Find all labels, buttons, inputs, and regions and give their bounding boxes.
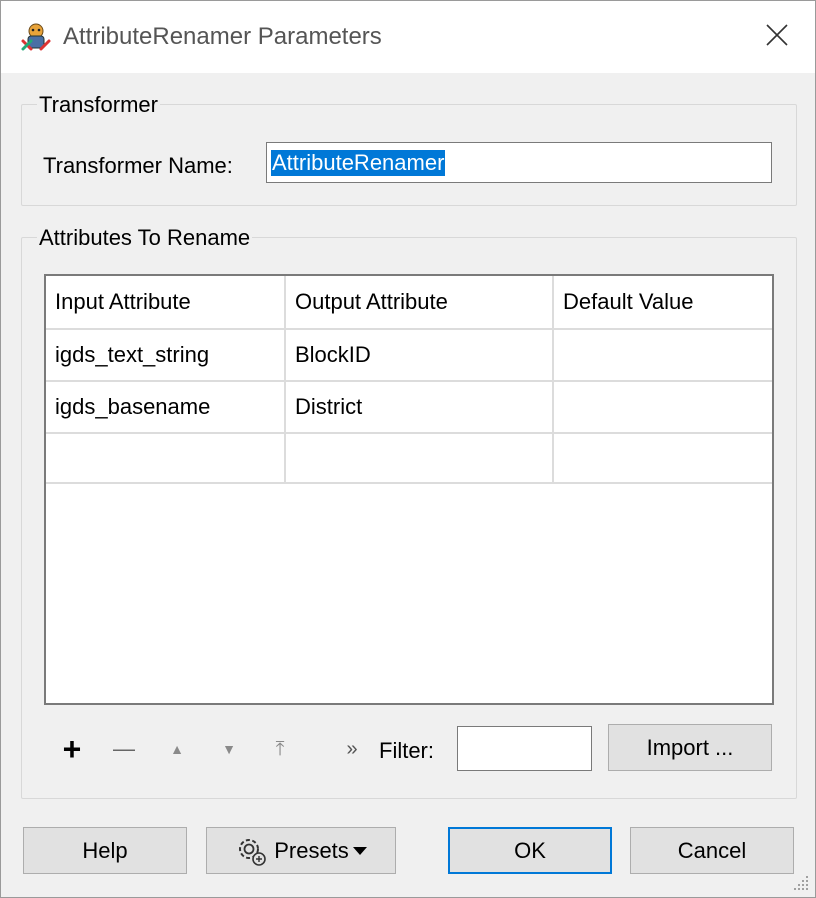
attributes-table[interactable]: Input Attribute Output Attribute Default… [44, 274, 774, 705]
presets-label: Presets [274, 837, 349, 863]
table-cell[interactable]: District [286, 382, 554, 434]
arrow-up-icon: ▲ [170, 741, 184, 757]
import-button[interactable]: Import ... [608, 724, 772, 771]
transformer-group-label: Transformer [37, 92, 160, 118]
table-cell[interactable] [46, 434, 286, 484]
dropdown-arrow-icon [352, 846, 367, 855]
table-cell[interactable] [286, 434, 554, 484]
more-options-button[interactable]: » [339, 731, 365, 767]
move-down-button[interactable]: ▼ [215, 731, 243, 767]
table-cell[interactable] [554, 330, 772, 382]
plus-icon: + [62, 730, 82, 767]
filter-label: Filter: [379, 738, 434, 763]
table-cell[interactable]: BlockID [286, 330, 554, 382]
arrow-down-icon: ▼ [222, 741, 236, 757]
transformer-name-value: AttributeRenamer [271, 149, 446, 176]
column-header-input-attribute[interactable]: Input Attribute [46, 276, 286, 330]
presets-button[interactable]: Presets [206, 827, 396, 874]
move-up-button[interactable]: ▲ [163, 731, 191, 767]
transformer-name-input[interactable]: AttributeRenamer [266, 142, 772, 183]
column-header-default-value[interactable]: Default Value [554, 276, 772, 330]
add-row-button[interactable]: + [57, 731, 87, 767]
transformer-name-label: Transformer Name: [43, 153, 233, 178]
table-cell[interactable] [554, 382, 772, 434]
table-cell[interactable] [554, 434, 772, 484]
title-bar[interactable]: AttributeRenamer Parameters [1, 1, 815, 73]
ok-button[interactable]: OK [448, 827, 612, 874]
table-cell[interactable]: igds_text_string [46, 330, 286, 382]
double-chevron-icon: » [346, 737, 358, 760]
window-title: AttributeRenamer Parameters [63, 23, 382, 50]
close-button[interactable] [749, 11, 805, 59]
resize-grip-icon[interactable] [791, 873, 811, 893]
close-icon [766, 24, 788, 46]
move-top-icon: ⤒ [275, 737, 285, 760]
cancel-button[interactable]: Cancel [630, 827, 794, 874]
transformer-icon [21, 23, 51, 51]
minus-icon: — [113, 736, 135, 761]
gear-icon [239, 838, 267, 866]
column-header-output-attribute[interactable]: Output Attribute [286, 276, 554, 330]
dialog: AttributeRenamer Parameters Transformer … [0, 0, 816, 898]
table-cell[interactable]: igds_basename [46, 382, 286, 434]
help-button[interactable]: Help [23, 827, 187, 874]
filter-input[interactable] [457, 726, 592, 771]
remove-row-button[interactable]: — [109, 731, 139, 767]
attributes-group-label: Attributes To Rename [37, 225, 253, 251]
move-top-button[interactable]: ⤒ [265, 731, 295, 767]
